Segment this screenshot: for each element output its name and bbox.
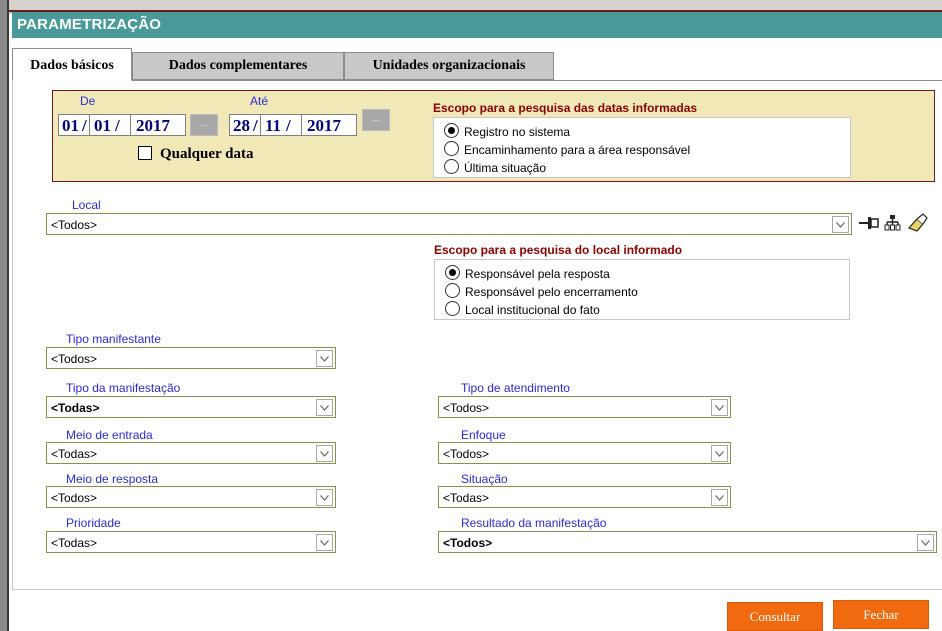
tab-strip: Dados básicos Dados complementares Unida…: [12, 48, 942, 81]
local-scope-group: Responsável pela resposta Responsável pe…: [434, 259, 850, 320]
hierarchy-icon[interactable]: [882, 213, 904, 233]
date-segment-divider: [301, 115, 302, 135]
from-date-label: De: [80, 94, 96, 108]
date-segment-divider: [260, 115, 261, 135]
date-separator: /: [253, 116, 258, 135]
date-segment-divider: [130, 115, 131, 135]
prioridade-select[interactable]: <Todas>: [46, 531, 336, 553]
meio-entrada-select[interactable]: <Todas>: [46, 442, 336, 464]
enfoque-label: Enfoque: [461, 428, 506, 442]
from-date-picker-button[interactable]: ...: [190, 114, 218, 136]
to-date-field[interactable]: 28 / 11 / 2017: [229, 114, 357, 136]
to-date-picker-button[interactable]: ...: [362, 109, 390, 131]
date-separator: /: [286, 116, 291, 135]
from-month[interactable]: 01: [94, 116, 111, 136]
any-date-label: Qualquer data: [160, 146, 254, 162]
date-scope-title: Escopo para a pesquisa das datas informa…: [433, 101, 698, 115]
chevron-down-icon[interactable]: [711, 489, 728, 506]
tab-dados-basicos[interactable]: Dados básicos: [12, 48, 132, 81]
pin-icon[interactable]: [858, 213, 880, 233]
radio-icon[interactable]: [445, 301, 460, 316]
prioridade-label: Prioridade: [66, 516, 121, 530]
situacao-select[interactable]: <Todas>: [438, 486, 731, 508]
consultar-button[interactable]: Consultar: [727, 602, 823, 631]
radio-checked-icon[interactable]: [444, 123, 459, 138]
chevron-down-icon[interactable]: [316, 534, 333, 551]
radio-icon[interactable]: [444, 159, 459, 174]
radio-checked-icon[interactable]: [445, 265, 460, 280]
from-year[interactable]: 2017: [136, 116, 170, 136]
chevron-down-icon[interactable]: [711, 445, 728, 462]
title-bar: PARAMETRIZAÇÃO: [12, 12, 942, 38]
chevron-down-icon[interactable]: [316, 445, 333, 462]
to-date-label: Até: [250, 94, 269, 108]
radio-icon[interactable]: [444, 141, 459, 156]
chevron-down-icon[interactable]: [711, 399, 728, 416]
to-day[interactable]: 28: [233, 116, 250, 136]
local-label: Local: [72, 198, 101, 212]
eraser-icon[interactable]: [906, 213, 928, 233]
tipo-atendimento-select[interactable]: <Todos>: [438, 396, 731, 418]
tipo-manifestacao-select[interactable]: <Todas>: [46, 396, 336, 418]
radio-icon[interactable]: [445, 283, 460, 298]
from-day[interactable]: 01: [62, 116, 79, 136]
tab-unidades-organizacionais[interactable]: Unidades organizacionais: [344, 52, 554, 80]
tipo-atendimento-label: Tipo de atendimento: [461, 381, 570, 395]
tab-dados-complementares[interactable]: Dados complementares: [132, 52, 344, 80]
to-year[interactable]: 2017: [307, 116, 341, 136]
meio-resposta-select[interactable]: <Todos>: [46, 486, 336, 508]
local-select[interactable]: <Todos>: [46, 213, 852, 235]
chevron-down-icon[interactable]: [316, 350, 333, 367]
window-left-edge-shadow: [7, 0, 9, 631]
date-separator: /: [115, 116, 120, 135]
chevron-down-icon[interactable]: [316, 399, 333, 416]
chevron-down-icon[interactable]: [832, 216, 849, 233]
chevron-down-icon[interactable]: [316, 489, 333, 506]
local-scope-title: Escopo para a pesquisa do local informad…: [434, 243, 683, 257]
meio-resposta-label: Meio de resposta: [66, 472, 159, 486]
situacao-label: Situação: [461, 472, 508, 486]
date-scope-group: Registro no sistema Encaminhamento para …: [433, 117, 851, 178]
resultado-label: Resultado da manifestação: [461, 516, 607, 530]
fechar-button[interactable]: Fechar: [833, 600, 929, 629]
enfoque-select[interactable]: <Todos>: [438, 442, 731, 464]
from-date-field[interactable]: 01 / 01 / 2017: [58, 114, 186, 136]
resultado-select[interactable]: <Todos>: [438, 531, 937, 553]
date-segment-divider: [89, 115, 90, 135]
tipo-manifestacao-label: Tipo da manifestação: [66, 381, 181, 395]
any-date-checkbox[interactable]: [138, 146, 152, 160]
tipo-manifestante-select[interactable]: <Todos>: [46, 347, 336, 369]
chevron-down-icon[interactable]: [917, 534, 934, 551]
page-title: PARAMETRIZAÇÃO: [17, 16, 162, 33]
date-separator: /: [82, 116, 87, 135]
to-month[interactable]: 11: [265, 116, 281, 136]
meio-entrada-label: Meio de entrada: [66, 428, 153, 442]
tipo-manifestante-label: Tipo manifestante: [66, 332, 161, 346]
